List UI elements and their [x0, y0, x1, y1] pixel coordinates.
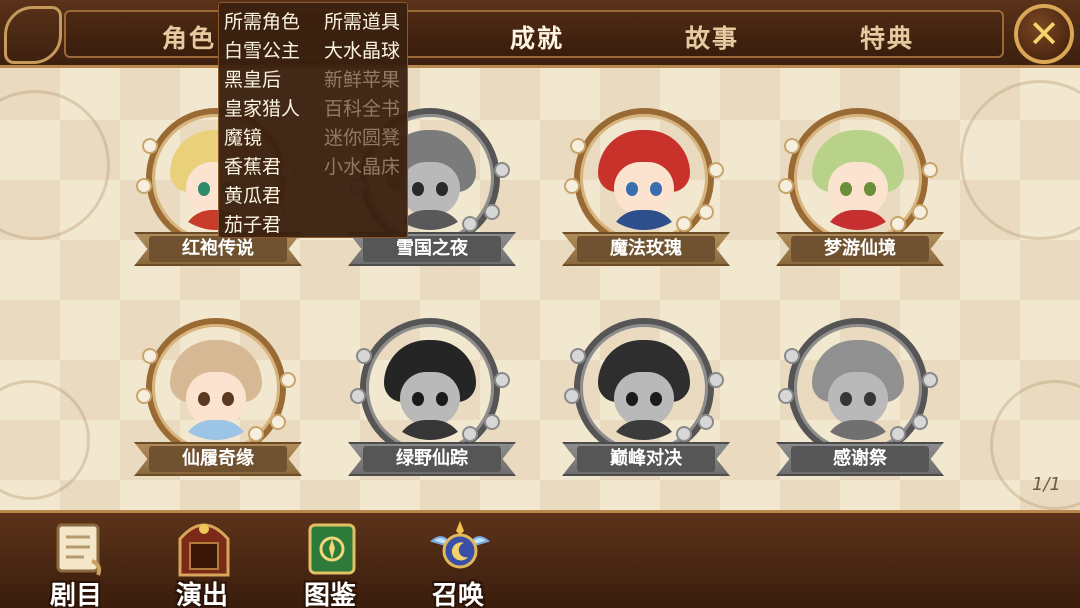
summon-orb-icon: [430, 521, 490, 569]
flower-ornament: [922, 372, 938, 388]
nav-performance-button[interactable]: 演出: [152, 513, 252, 608]
character-portrait: [592, 126, 696, 230]
card-title-banner: 巅峰对决: [562, 442, 730, 476]
flower-ornament: [564, 178, 580, 194]
flower-ornament: [484, 414, 500, 430]
flower-ornament: [248, 426, 264, 442]
character-item: 香蕉君: [224, 156, 282, 178]
required-characters-header: 所需角色: [224, 11, 301, 33]
item-entry: 迷你圆凳: [324, 127, 401, 149]
flower-ornament: [698, 204, 714, 220]
character-item: 皇家猎人: [224, 98, 301, 120]
story-card[interactable]: 绿野仙踪: [344, 318, 520, 498]
card-title: 绿野仙踪: [363, 446, 501, 472]
flower-ornament: [778, 178, 794, 194]
book-icon: [308, 523, 356, 575]
nav-encyclopedia-button[interactable]: 图鉴: [280, 513, 380, 608]
required-items-column: 所需道具 大水晶球 新鲜苹果 百科全书 迷你圆凳 小水晶床: [324, 9, 400, 183]
top-tab-bar: 角色 成就 故事 特典 ✕: [0, 0, 1080, 68]
flower-ornament: [356, 348, 372, 364]
tab-bonus[interactable]: 特典: [860, 19, 914, 55]
character-portrait: [378, 336, 482, 440]
item-entry: 百科全书: [324, 98, 401, 120]
flower-ornament: [784, 348, 800, 364]
character-item: 白雪公主: [224, 40, 301, 62]
character-portrait: [164, 336, 268, 440]
nav-performance-label: 演出: [175, 581, 228, 608]
card-title-banner: 魔法玫瑰: [562, 232, 730, 266]
story-card[interactable]: 感谢祭: [772, 318, 948, 498]
requirements-dropdown: 所需角色 白雪公主 黑皇后 皇家猎人 魔镜 香蕉君 黄瓜君 茄子君 所需道具 大…: [218, 2, 408, 238]
story-card[interactable]: 魔法玫瑰: [558, 108, 734, 288]
nav-encyclopedia-label: 图鉴: [303, 581, 356, 608]
item-entry: 小水晶床: [324, 156, 401, 178]
flower-ornament: [280, 372, 296, 388]
close-x-icon: ✕: [1028, 12, 1060, 56]
card-title-banner: 感谢祭: [776, 442, 944, 476]
scroll-icon: [56, 523, 102, 576]
card-title: 梦游仙境: [791, 236, 929, 262]
character-item: 茄子君: [224, 214, 282, 236]
flower-ornament: [462, 216, 478, 232]
stage-icon: [178, 523, 230, 577]
flower-ornament: [708, 372, 724, 388]
character-item: 黄瓜君: [224, 185, 282, 207]
character-portrait: [806, 336, 910, 440]
tab-achievements[interactable]: 成就: [510, 19, 564, 55]
flower-ornament: [484, 204, 500, 220]
flower-ornament: [890, 216, 906, 232]
required-items-header: 所需道具: [324, 11, 401, 33]
flower-ornament: [142, 138, 158, 154]
flower-ornament: [912, 204, 928, 220]
bottom-nav-bar: 剧目 演出 图鉴 召唤: [0, 510, 1080, 608]
card-title-banner: 绿野仙踪: [348, 442, 516, 476]
flower-ornament: [778, 388, 794, 404]
flower-ornament: [708, 162, 724, 178]
story-card[interactable]: 仙履奇缘: [130, 318, 306, 498]
flower-ornament: [494, 372, 510, 388]
tab-story[interactable]: 故事: [685, 19, 739, 55]
character-portrait: [806, 126, 910, 230]
flower-ornament: [784, 138, 800, 154]
flower-ornament: [564, 388, 580, 404]
flower-ornament: [676, 216, 692, 232]
flower-ornament: [462, 426, 478, 442]
card-title: 仙履奇缘: [149, 446, 287, 472]
flower-ornament: [136, 178, 152, 194]
nav-repertoire-button[interactable]: 剧目: [26, 513, 126, 608]
card-title: 魔法玫瑰: [577, 236, 715, 262]
story-card[interactable]: 梦游仙境: [772, 108, 948, 288]
flower-ornament: [350, 388, 366, 404]
flower-ornament: [922, 162, 938, 178]
flower-ornament: [270, 414, 286, 430]
nav-repertoire-label: 剧目: [49, 581, 102, 608]
nav-summon-button[interactable]: 召唤: [408, 513, 508, 608]
story-card[interactable]: 巅峰对决: [558, 318, 734, 498]
card-title: 感谢祭: [791, 446, 929, 472]
close-button[interactable]: ✕: [1014, 4, 1074, 64]
tab-characters[interactable]: 角色: [162, 19, 216, 55]
nav-summon-label: 召唤: [431, 581, 484, 608]
character-item: 黑皇后: [224, 69, 282, 91]
flower-ornament: [136, 388, 152, 404]
flower-ornament: [142, 348, 158, 364]
required-characters-column: 所需角色 白雪公主 黑皇后 皇家猎人 魔镜 香蕉君 黄瓜君 茄子君: [224, 9, 300, 241]
flower-ornament: [912, 414, 928, 430]
flower-ornament: [698, 414, 714, 430]
card-title-banner: 仙履奇缘: [134, 442, 302, 476]
card-title-banner: 梦游仙境: [776, 232, 944, 266]
card-title: 雪国之夜: [363, 236, 501, 262]
corner-ornament: [4, 6, 62, 64]
flower-ornament: [676, 426, 692, 442]
flower-ornament: [570, 138, 586, 154]
page-indicator: 1/1: [1032, 474, 1061, 495]
character-item: 魔镜: [224, 127, 263, 149]
character-portrait: [592, 336, 696, 440]
flower-ornament: [494, 162, 510, 178]
item-entry: 新鲜苹果: [324, 69, 401, 91]
item-entry: 大水晶球: [324, 40, 401, 62]
card-title: 巅峰对决: [577, 446, 715, 472]
flower-ornament: [570, 348, 586, 364]
flower-ornament: [890, 426, 906, 442]
